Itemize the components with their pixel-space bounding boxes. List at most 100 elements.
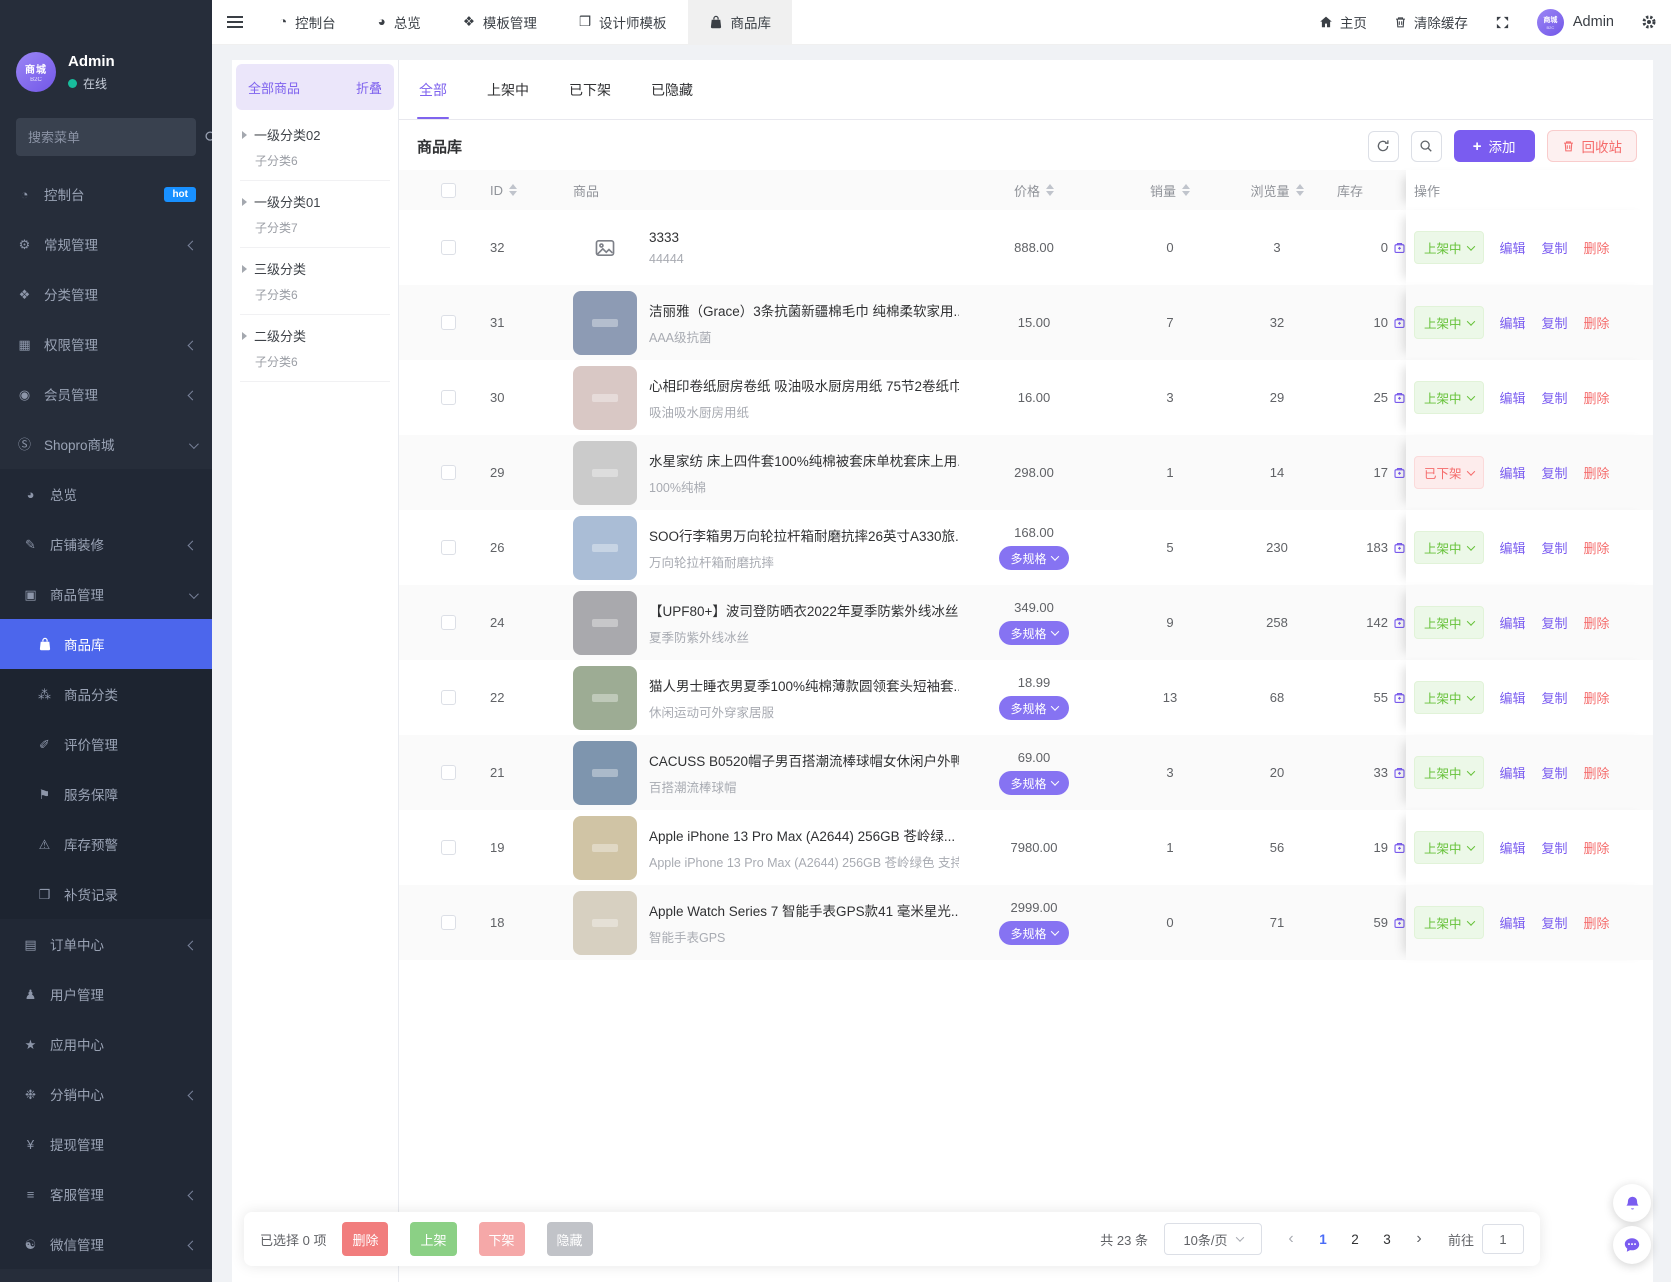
multi-spec-badge[interactable]: 多规格 bbox=[999, 921, 1068, 945]
edit-link[interactable]: 编辑 bbox=[1500, 613, 1526, 632]
caret-right-icon[interactable] bbox=[242, 198, 247, 206]
category-subtitle[interactable]: 子分类6 bbox=[255, 353, 388, 370]
edit-stock-icon[interactable] bbox=[1393, 616, 1406, 630]
menu-toggle-button[interactable] bbox=[212, 0, 258, 45]
home-link[interactable]: 主页 bbox=[1319, 12, 1367, 32]
edit-stock-icon[interactable] bbox=[1393, 541, 1406, 555]
fullscreen-button[interactable] bbox=[1495, 15, 1510, 30]
category-all-label[interactable]: 全部商品 bbox=[248, 78, 300, 97]
table-search-button[interactable] bbox=[1411, 131, 1442, 162]
sidebar-item-商品分类[interactable]: ⁂商品分类 bbox=[0, 669, 212, 719]
bulk-button-删除[interactable]: 删除 bbox=[342, 1222, 388, 1256]
product-title[interactable]: 洁丽雅（Grace）3条抗菌新疆棉毛巾 纯棉柔软家用... bbox=[649, 300, 959, 320]
sidebar-item-常规管理[interactable]: ⚙常规管理 bbox=[0, 219, 212, 269]
category-item-一级分类01[interactable]: 一级分类01子分类7 bbox=[240, 181, 390, 248]
status-dropdown-on[interactable]: 上架中 bbox=[1414, 531, 1484, 564]
delete-link[interactable]: 删除 bbox=[1584, 313, 1610, 332]
page-button-1[interactable]: 1 bbox=[1310, 1225, 1336, 1253]
copy-link[interactable]: 复制 bbox=[1542, 313, 1568, 332]
multi-spec-badge[interactable]: 多规格 bbox=[999, 621, 1068, 645]
row-checkbox[interactable] bbox=[441, 915, 456, 930]
row-checkbox[interactable] bbox=[441, 690, 456, 705]
category-item-一级分类02[interactable]: 一级分类02子分类6 bbox=[240, 114, 390, 181]
product-image[interactable] bbox=[573, 291, 637, 355]
topbar-tab-模板管理[interactable]: ❖模板管理 bbox=[442, 0, 558, 45]
edit-stock-icon[interactable] bbox=[1393, 766, 1406, 780]
edit-link[interactable]: 编辑 bbox=[1500, 388, 1526, 407]
tab-已隐藏[interactable]: 已隐藏 bbox=[649, 60, 695, 119]
clear-cache-button[interactable]: 清除缓存 bbox=[1394, 12, 1468, 32]
copy-link[interactable]: 复制 bbox=[1542, 463, 1568, 482]
bulk-button-隐藏[interactable]: 隐藏 bbox=[547, 1222, 593, 1256]
edit-link[interactable]: 编辑 bbox=[1500, 238, 1526, 257]
status-dropdown-on[interactable]: 上架中 bbox=[1414, 381, 1484, 414]
bulk-button-下架[interactable]: 下架 bbox=[479, 1222, 525, 1256]
avatar[interactable]: 商城 B2C bbox=[16, 52, 56, 92]
delete-link[interactable]: 删除 bbox=[1584, 538, 1610, 557]
delete-link[interactable]: 删除 bbox=[1584, 388, 1610, 407]
delete-link[interactable]: 删除 bbox=[1584, 238, 1610, 257]
sidebar-item-应用中心[interactable]: ★应用中心 bbox=[0, 1019, 212, 1069]
category-subtitle[interactable]: 子分类7 bbox=[255, 219, 388, 236]
product-image[interactable] bbox=[573, 816, 637, 880]
sidebar-item-订单中心[interactable]: ▤订单中心 bbox=[0, 919, 212, 969]
sidebar-item-库存预警[interactable]: ⚠库存预警 bbox=[0, 819, 212, 869]
sidebar-item-店铺装修[interactable]: ✎店铺装修 bbox=[0, 519, 212, 569]
status-dropdown-on[interactable]: 上架中 bbox=[1414, 306, 1484, 339]
delete-link[interactable]: 删除 bbox=[1584, 838, 1610, 857]
sidebar-item-评价管理[interactable]: ✐评价管理 bbox=[0, 719, 212, 769]
product-image[interactable] bbox=[573, 666, 637, 730]
product-title[interactable]: 心相印卷纸厨房卷纸 吸油吸水厨房用纸 75节2卷纸巾... bbox=[649, 375, 959, 395]
page-button-2[interactable]: 2 bbox=[1342, 1225, 1368, 1253]
edit-link[interactable]: 编辑 bbox=[1500, 838, 1526, 857]
status-dropdown-on[interactable]: 上架中 bbox=[1414, 231, 1484, 264]
topbar-tab-总览[interactable]: ◕总览 bbox=[357, 0, 442, 45]
sidebar-item-用户管理[interactable]: ♟用户管理 bbox=[0, 969, 212, 1019]
topbar-tab-商品库[interactable]: 商品库 bbox=[688, 0, 793, 45]
copy-link[interactable]: 复制 bbox=[1542, 613, 1568, 632]
edit-link[interactable]: 编辑 bbox=[1500, 913, 1526, 932]
sidebar-item-客服管理[interactable]: ≡客服管理 bbox=[0, 1169, 212, 1219]
header-id[interactable]: ID bbox=[469, 170, 539, 210]
customer-service-chat-button[interactable] bbox=[1613, 1226, 1651, 1264]
tab-已下架[interactable]: 已下架 bbox=[567, 60, 613, 119]
bulk-button-上架[interactable]: 上架 bbox=[410, 1222, 456, 1256]
product-image[interactable] bbox=[573, 366, 637, 430]
category-item-三级分类[interactable]: 三级分类子分类6 bbox=[240, 248, 390, 315]
header-views[interactable]: 浏览量 bbox=[1231, 170, 1323, 210]
edit-stock-icon[interactable] bbox=[1393, 391, 1406, 405]
header-sales[interactable]: 销量 bbox=[1109, 170, 1231, 210]
category-subtitle[interactable]: 子分类6 bbox=[255, 286, 388, 303]
tab-全部[interactable]: 全部 bbox=[417, 60, 449, 119]
row-checkbox[interactable] bbox=[441, 615, 456, 630]
sidebar-item-商品管理[interactable]: ▣商品管理 bbox=[0, 569, 212, 619]
status-dropdown-off[interactable]: 已下架 bbox=[1414, 456, 1484, 489]
product-title[interactable]: CACUSS B0520帽子男百搭潮流棒球帽女休闲户外鸭... bbox=[649, 750, 959, 770]
goto-page-input[interactable] bbox=[1482, 1224, 1524, 1254]
caret-right-icon[interactable] bbox=[242, 131, 247, 139]
edit-stock-icon[interactable] bbox=[1393, 916, 1406, 930]
sidebar-item-微信管理[interactable]: ☯微信管理 bbox=[0, 1219, 212, 1269]
notification-bell-button[interactable] bbox=[1613, 1184, 1651, 1222]
prev-page-button[interactable]: ‹ bbox=[1278, 1225, 1304, 1253]
user-menu[interactable]: 商城 B2C Admin bbox=[1537, 9, 1614, 36]
recycle-bin-button[interactable]: 回收站 bbox=[1547, 130, 1638, 162]
caret-right-icon[interactable] bbox=[242, 332, 247, 340]
caret-right-icon[interactable] bbox=[242, 265, 247, 273]
multi-spec-badge[interactable]: 多规格 bbox=[999, 546, 1068, 570]
category-item-二级分类[interactable]: 二级分类子分类6 bbox=[240, 315, 390, 382]
copy-link[interactable]: 复制 bbox=[1542, 913, 1568, 932]
delete-link[interactable]: 删除 bbox=[1584, 913, 1610, 932]
status-dropdown-on[interactable]: 上架中 bbox=[1414, 681, 1484, 714]
copy-link[interactable]: 复制 bbox=[1542, 238, 1568, 257]
sort-carets-icon[interactable] bbox=[1046, 184, 1054, 196]
status-dropdown-on[interactable]: 上架中 bbox=[1414, 606, 1484, 639]
product-title[interactable]: 3333 bbox=[649, 230, 959, 245]
product-title[interactable]: Apple Watch Series 7 智能手表GPS款41 毫米星光... bbox=[649, 900, 959, 920]
product-image[interactable] bbox=[573, 516, 637, 580]
tab-上架中[interactable]: 上架中 bbox=[485, 60, 531, 119]
edit-stock-icon[interactable] bbox=[1393, 241, 1406, 255]
edit-link[interactable]: 编辑 bbox=[1500, 463, 1526, 482]
multi-spec-badge[interactable]: 多规格 bbox=[999, 771, 1068, 795]
product-title[interactable]: 水星家纺 床上四件套100%纯棉被套床单枕套床上用... bbox=[649, 450, 959, 470]
